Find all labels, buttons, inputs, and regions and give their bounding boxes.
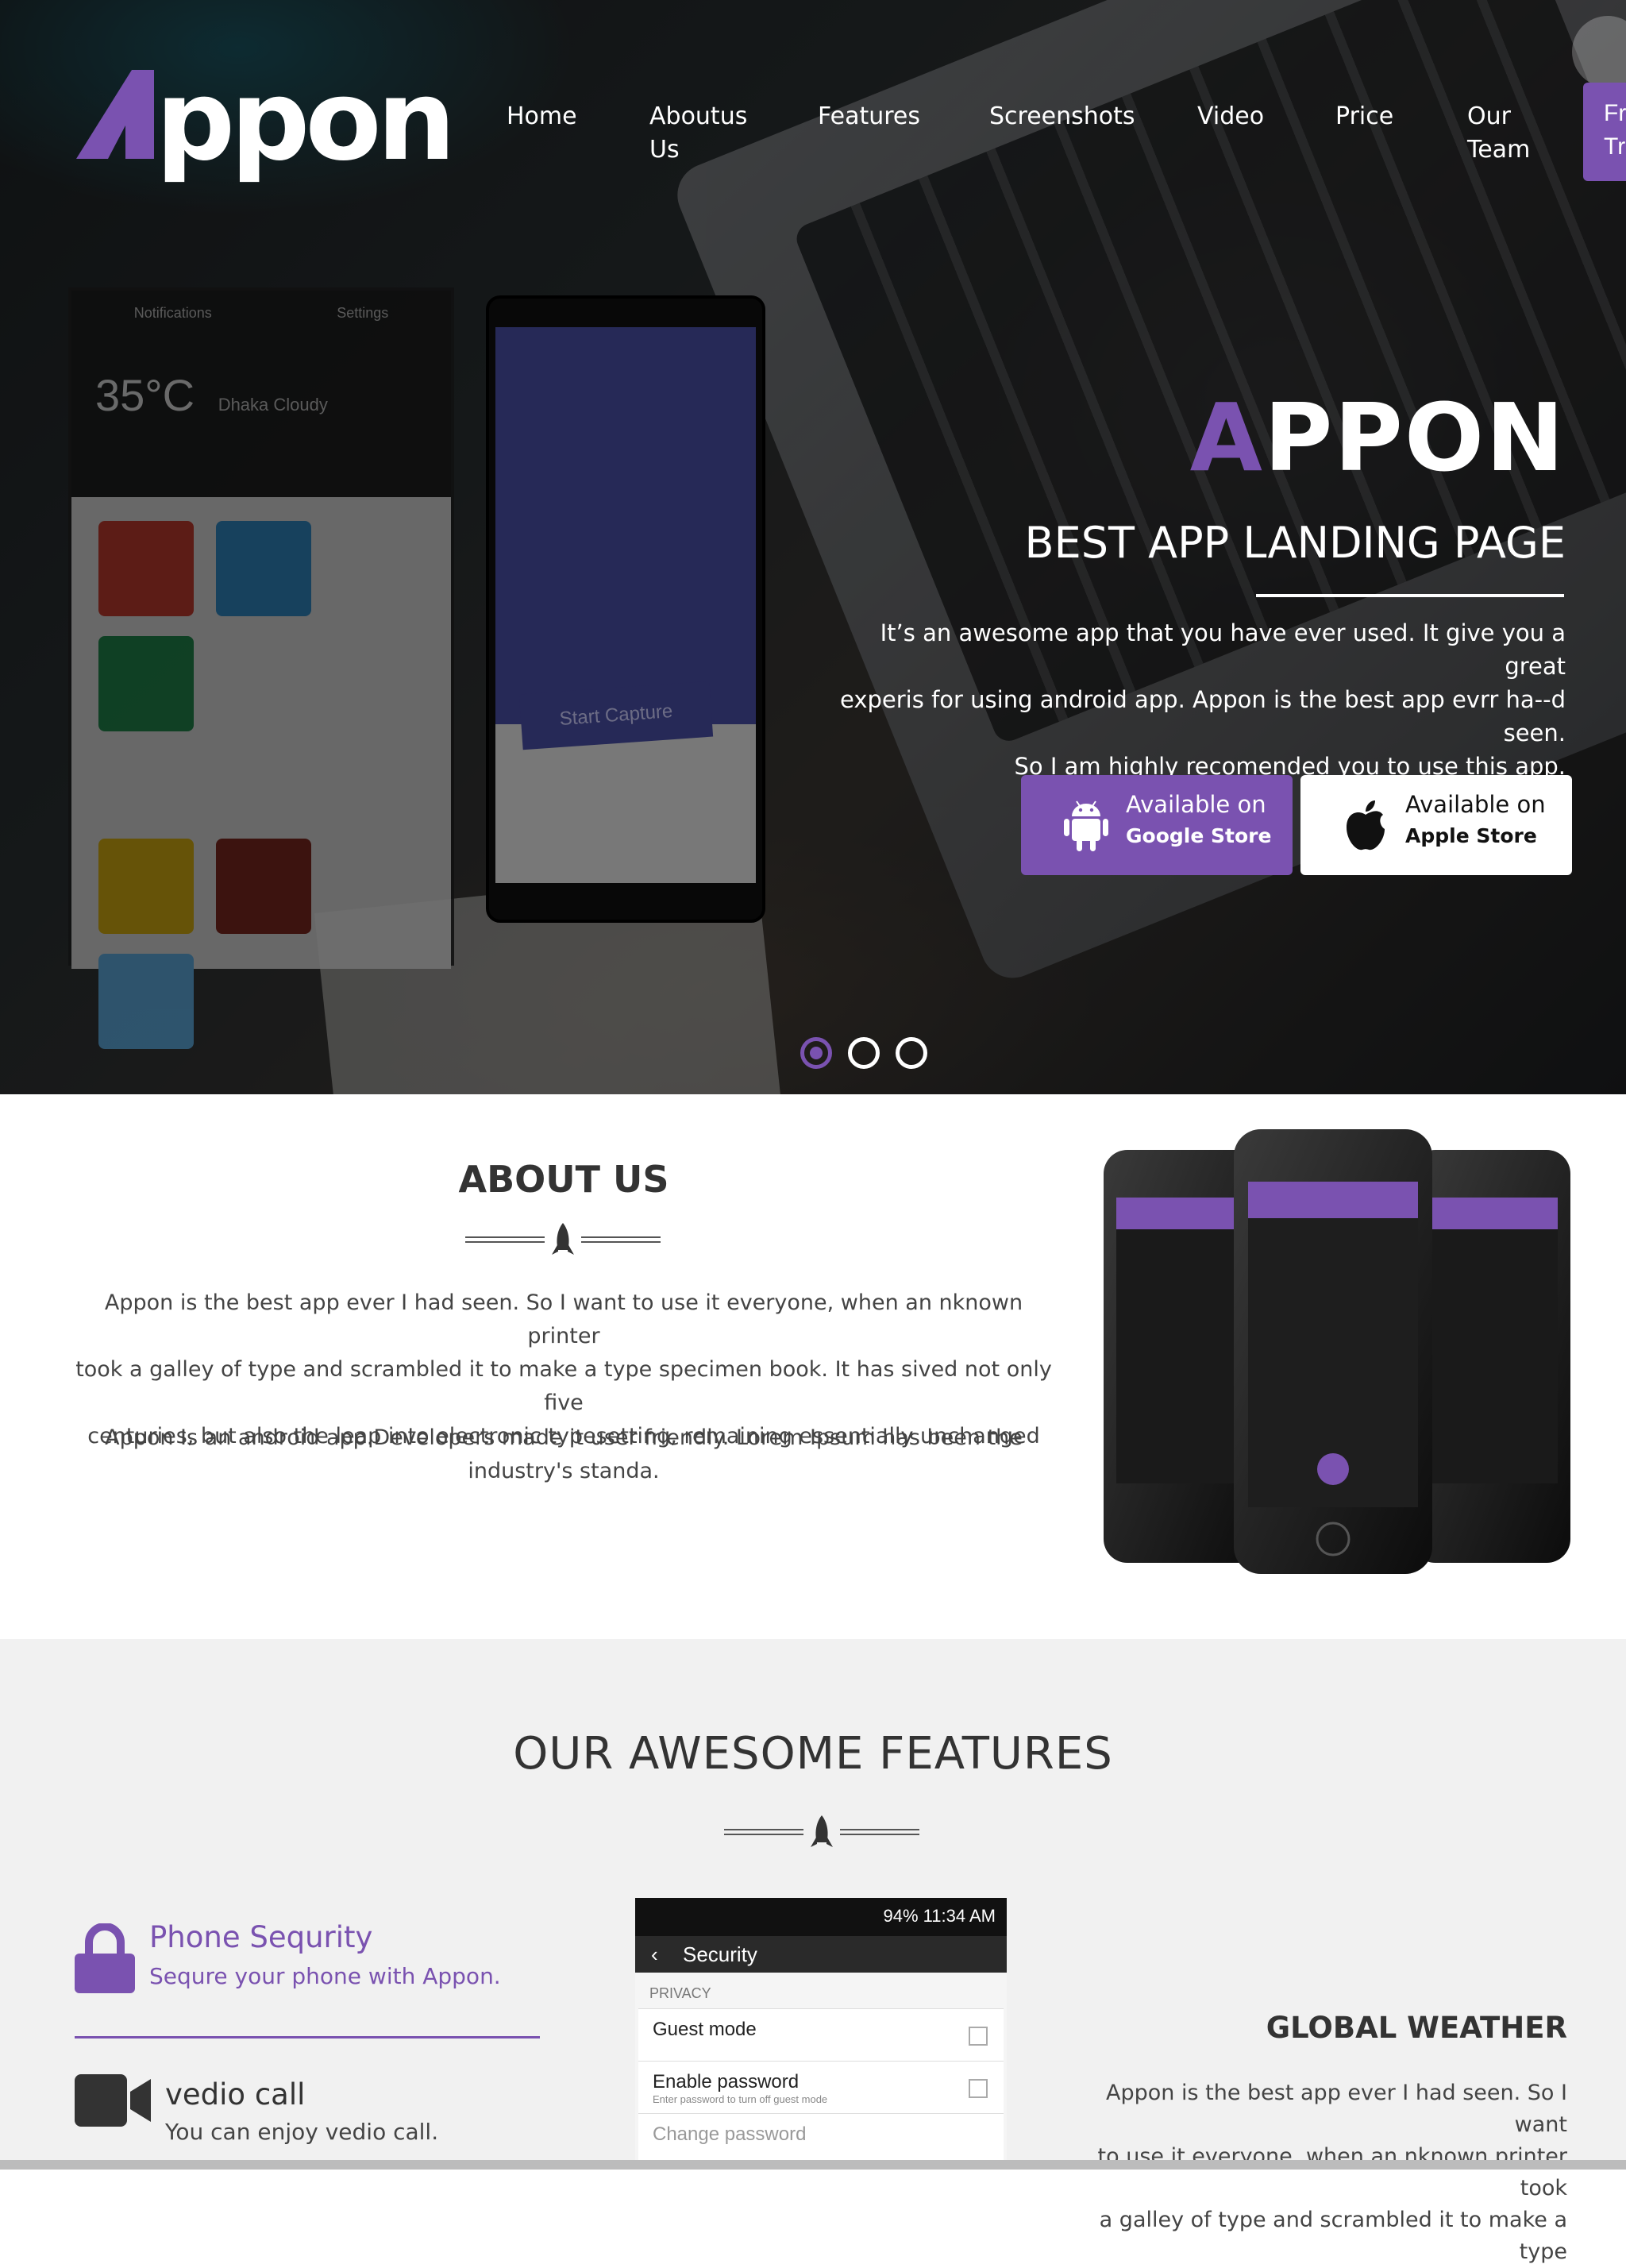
rocket-divider-icon xyxy=(465,1223,661,1255)
screenshot-header: ‹ Security xyxy=(635,1936,1007,1973)
slide-dot-1[interactable] xyxy=(800,1037,832,1069)
screenshot-row-change-password: Change password xyxy=(638,2113,1004,2166)
nav-screenshots[interactable]: Screenshots xyxy=(989,100,1135,133)
feature-desc-video-call: You can enjoy vedio call. xyxy=(165,2119,439,2145)
hero-subtitle: BEST APP LANDING PAGE xyxy=(1024,518,1566,568)
nav-home[interactable]: Home xyxy=(507,100,577,133)
iphones-image xyxy=(1104,1129,1570,1574)
feature-desc-security: Sequre your phone with Appon. xyxy=(149,1963,501,1989)
global-weather-text: Appon is the best app ever I had seen. S… xyxy=(1097,2081,1567,2264)
hero-description: It’s an awesome app that you have ever u… xyxy=(840,619,1566,780)
feature-name-video-call: vedio call xyxy=(165,2077,306,2112)
nav-features[interactable]: Features xyxy=(818,100,920,133)
slide-dot-3[interactable] xyxy=(896,1037,927,1069)
rocket-divider-icon xyxy=(724,1815,919,1847)
hero-divider xyxy=(1256,594,1564,597)
google-store-button[interactable]: Available on Google Store xyxy=(1021,775,1293,875)
apple-store-button[interactable]: Available on Apple Store xyxy=(1300,775,1572,875)
nav-about[interactable]: Aboutus Us xyxy=(649,100,747,167)
svg-text:ppon: ppon xyxy=(156,70,449,186)
about-paragraph-2: Appon Is an android app.Developers made … xyxy=(105,1425,1023,1483)
android-icon xyxy=(1064,800,1108,851)
horizontal-scrollbar[interactable] xyxy=(0,2160,1626,2170)
back-arrow-icon: ‹ xyxy=(651,1942,658,1966)
features-section: OUR AWESOME FEATURES Phone Sequrity Sequ… xyxy=(0,1639,1626,2264)
apple-icon xyxy=(1347,800,1385,850)
slide-dot-2[interactable] xyxy=(848,1037,880,1069)
nav-our-team[interactable]: Our Team xyxy=(1467,100,1531,167)
about-section: ABOUT US Appon is the best app ever I ha… xyxy=(0,1094,1626,1639)
video-camera-icon xyxy=(75,2074,151,2127)
appon-logo[interactable]: ppon xyxy=(76,70,449,197)
hero-title: APPON xyxy=(1189,383,1566,492)
hero-section: Notifications Settings 35°C Dhaka Cloudy… xyxy=(0,0,1626,1094)
features-title: OUR AWESOME FEATURES xyxy=(513,1728,1113,1780)
global-weather-title: GLOBAL WEATHER xyxy=(1266,2011,1567,2045)
about-title: ABOUT US xyxy=(458,1158,669,1201)
nav-video[interactable]: Video xyxy=(1197,100,1264,133)
screenshot-row-enable-password: Enable password Enter password to turn o… xyxy=(638,2061,1004,2113)
screenshot-section-label: PRIVACY xyxy=(649,1985,711,2001)
free-trial-button[interactable]: Fr Tr xyxy=(1583,83,1626,181)
nav-price[interactable]: Price xyxy=(1335,100,1393,133)
feature-name-security: Phone Sequrity xyxy=(149,1920,373,1954)
feature-separator xyxy=(75,2036,540,2038)
lock-icon xyxy=(75,1923,135,1993)
security-screenshot: 94% 11:34 AM ‹ Security PRIVACY Guest mo… xyxy=(635,1898,1007,2170)
screenshot-row-guest-mode: Guest mode xyxy=(638,2008,1004,2061)
screenshot-status-bar: 94% 11:34 AM xyxy=(635,1898,1007,1936)
